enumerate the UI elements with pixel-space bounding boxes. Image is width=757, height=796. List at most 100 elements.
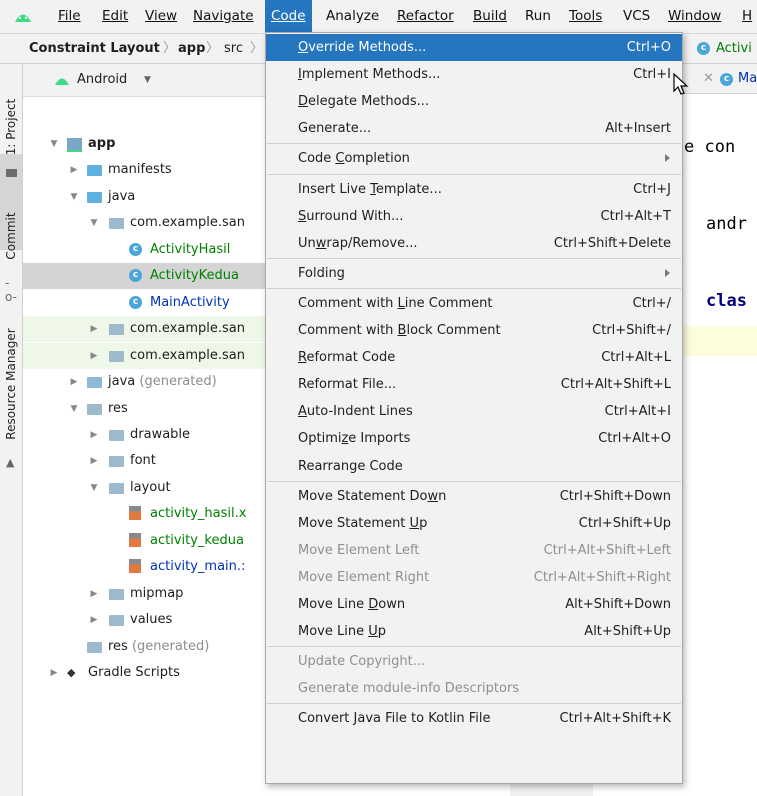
left-tool-window-strip: 1: Project Commit -o- Resource Manager ▲ (0, 64, 23, 796)
menu-build[interactable]: Build (467, 0, 513, 33)
menu-window[interactable]: Window (662, 0, 727, 33)
menu-item-shortcut: Ctrl+Shift+Delete (553, 235, 671, 251)
menu-item-delegate-methods[interactable]: Delegate Methods... (266, 88, 682, 115)
tree-item[interactable]: ▶ ◆ Gradle Scripts (23, 660, 266, 686)
class-icon: c (720, 73, 733, 86)
expand-arrow-down-icon[interactable]: ▼ (89, 210, 99, 236)
package-icon (109, 482, 124, 494)
expand-arrow-right-icon[interactable]: ▶ (69, 157, 79, 183)
close-icon[interactable]: ✕ (703, 64, 714, 94)
tree-item[interactable]: res (generated) (23, 634, 266, 660)
menu-item-move-line-down[interactable]: Move Line Down Alt+Shift+Down (266, 591, 682, 618)
tree-item[interactable]: activity_kedua (23, 528, 266, 554)
tree-item[interactable]: ▶ java (generated) (23, 369, 266, 395)
tree-item[interactable]: ▼ layout (23, 475, 266, 501)
menu-analyze[interactable]: Analyze (320, 0, 385, 33)
menu-item-optimize-imports[interactable]: Optimize Imports Ctrl+Alt+O (266, 425, 682, 452)
tree-item[interactable]: ▼ java (23, 184, 266, 210)
menu-item-insert-live-template[interactable]: Insert Live Template... Ctrl+J (266, 176, 682, 203)
expand-arrow-right-icon[interactable]: ▶ (69, 369, 79, 395)
menu-item-auto-indent-lines[interactable]: Auto-Indent Lines Ctrl+Alt+I (266, 398, 682, 425)
menu-navigate[interactable]: Navigate (187, 0, 260, 33)
expand-arrow-right-icon[interactable]: ▶ (89, 581, 99, 607)
breadcrumb-separator-icon: 〉 (250, 41, 264, 56)
tool-tab-project[interactable]: 1: Project (0, 94, 22, 160)
menu-help[interactable]: H (736, 0, 757, 33)
expand-arrow-right-icon[interactable]: ▶ (89, 343, 99, 369)
folder-icon (6, 169, 17, 177)
tool-tab-resource-manager[interactable]: Resource Manager (0, 319, 22, 449)
code-line-3[interactable]: clas (706, 291, 747, 311)
tree-item[interactable]: c MainActivity (23, 290, 266, 316)
tree-item[interactable]: ▼ res (23, 396, 266, 422)
menu-item-move-line-up[interactable]: Move Line Up Alt+Shift+Up (266, 618, 682, 645)
breadcrumb-project[interactable]: Constraint Layout (29, 34, 160, 63)
breadcrumb-app[interactable]: app (178, 34, 205, 63)
expand-arrow-right-icon[interactable]: ▶ (89, 448, 99, 474)
menu-refactor[interactable]: Refactor (391, 0, 460, 33)
tree-item-label: layout (130, 479, 171, 495)
menu-item-override-methods[interactable]: Override Methods... Ctrl+O (266, 34, 682, 61)
tree-item[interactable]: ▶ com.example.san (23, 316, 266, 343)
menu-view[interactable]: View (139, 0, 183, 33)
tree-item[interactable]: ▶ manifests (23, 157, 266, 183)
breadcrumb-src[interactable]: src (224, 34, 243, 63)
menu-item-implement-methods[interactable]: Implement Methods... Ctrl+I (266, 61, 682, 88)
menu-item-code-completion[interactable]: Code Completion (266, 145, 682, 172)
menu-item-label: Reformat Code (298, 350, 396, 366)
menu-vcs[interactable]: VCS (617, 0, 656, 33)
submenu-arrow-icon (665, 154, 670, 163)
code-line-1[interactable]: e con (684, 137, 735, 157)
tree-item[interactable]: ▶ com.example.san (23, 342, 266, 369)
menu-item-convert-java-file-to-kotlin-file[interactable]: Convert Java File to Kotlin File Ctrl+Alt… (266, 705, 682, 732)
editor-tab-activity[interactable]: Activi (716, 34, 752, 63)
expand-arrow-down-icon[interactable]: ▼ (69, 396, 79, 422)
expand-arrow-right-icon[interactable]: ▶ (89, 607, 99, 633)
expand-arrow-down-icon[interactable]: ▼ (49, 131, 59, 157)
expand-arrow-down-icon[interactable]: ▼ (69, 184, 79, 210)
tree-item[interactable]: ▼ com.example.san (23, 210, 266, 236)
menu-run[interactable]: Run (519, 0, 557, 33)
menu-item-generate[interactable]: Generate... Alt+Insert (266, 115, 682, 142)
tree-item[interactable]: ▶ values (23, 607, 266, 633)
tree-item[interactable]: activity_main.: (23, 554, 266, 580)
menu-item-move-statement-down[interactable]: Move Statement Down Ctrl+Shift+Down (266, 483, 682, 510)
tree-item[interactable]: activity_hasil.x (23, 501, 266, 527)
tree-item[interactable]: ▶ drawable (23, 422, 266, 448)
menu-item-rearrange-code[interactable]: Rearrange Code (266, 453, 682, 480)
expand-arrow-right-icon[interactable]: ▶ (89, 316, 99, 342)
menu-tools[interactable]: Tools (563, 0, 608, 33)
menu-item-label: Reformat File... (298, 377, 397, 393)
menu-item-reformat-file[interactable]: Reformat File... Ctrl+Alt+Shift+L (266, 371, 682, 398)
chevron-down-icon[interactable]: ▼ (144, 64, 151, 96)
menu-item-shortcut: Ctrl+Alt+T (600, 208, 671, 224)
menu-item-comment-with-line-comment[interactable]: Comment with Line Comment Ctrl+/ (266, 290, 682, 317)
menu-code[interactable]: Code (265, 0, 312, 33)
menu-file[interactable]: File (52, 0, 87, 33)
editor-tab-main[interactable]: Ma (738, 64, 757, 94)
menu-item-label: Optimize Imports (298, 431, 411, 447)
resource-manager-icon: ▲ (6, 456, 15, 469)
tree-item[interactable]: ▼ app (23, 131, 266, 157)
menu-item-comment-with-block-comment[interactable]: Comment with Block Comment Ctrl+Shift+/ (266, 317, 682, 344)
package-icon (109, 456, 124, 468)
menu-item-unwrap-remove[interactable]: Unwrap/Remove... Ctrl+Shift+Delete (266, 230, 682, 257)
tree-item[interactable]: ▶ font (23, 448, 266, 474)
menu-item-surround-with[interactable]: Surround With... Ctrl+Alt+T (266, 203, 682, 230)
tree-item[interactable]: c ActivityKedua (23, 263, 266, 290)
tree-item[interactable]: ▶ mipmap (23, 581, 266, 607)
expand-arrow-right-icon[interactable]: ▶ (49, 660, 59, 686)
code-line-2[interactable]: andr (706, 214, 747, 234)
expand-arrow-right-icon[interactable]: ▶ (89, 422, 99, 448)
tool-tab-commit[interactable]: Commit (0, 206, 22, 266)
tree-item-label: res (generated) (108, 638, 210, 654)
project-view-selector[interactable]: Android (77, 64, 127, 96)
menu-edit[interactable]: Edit (96, 0, 134, 33)
tree-item-label: ActivityKedua (150, 268, 239, 284)
menu-item-folding[interactable]: Folding (266, 260, 682, 287)
menu-item-move-statement-up[interactable]: Move Statement Up Ctrl+Shift+Up (266, 510, 682, 537)
submenu-arrow-icon (665, 268, 670, 277)
expand-arrow-down-icon[interactable]: ▼ (89, 475, 99, 501)
menu-item-reformat-code[interactable]: Reformat Code Ctrl+Alt+L (266, 344, 682, 371)
tree-item[interactable]: c ActivityHasil (23, 237, 266, 263)
